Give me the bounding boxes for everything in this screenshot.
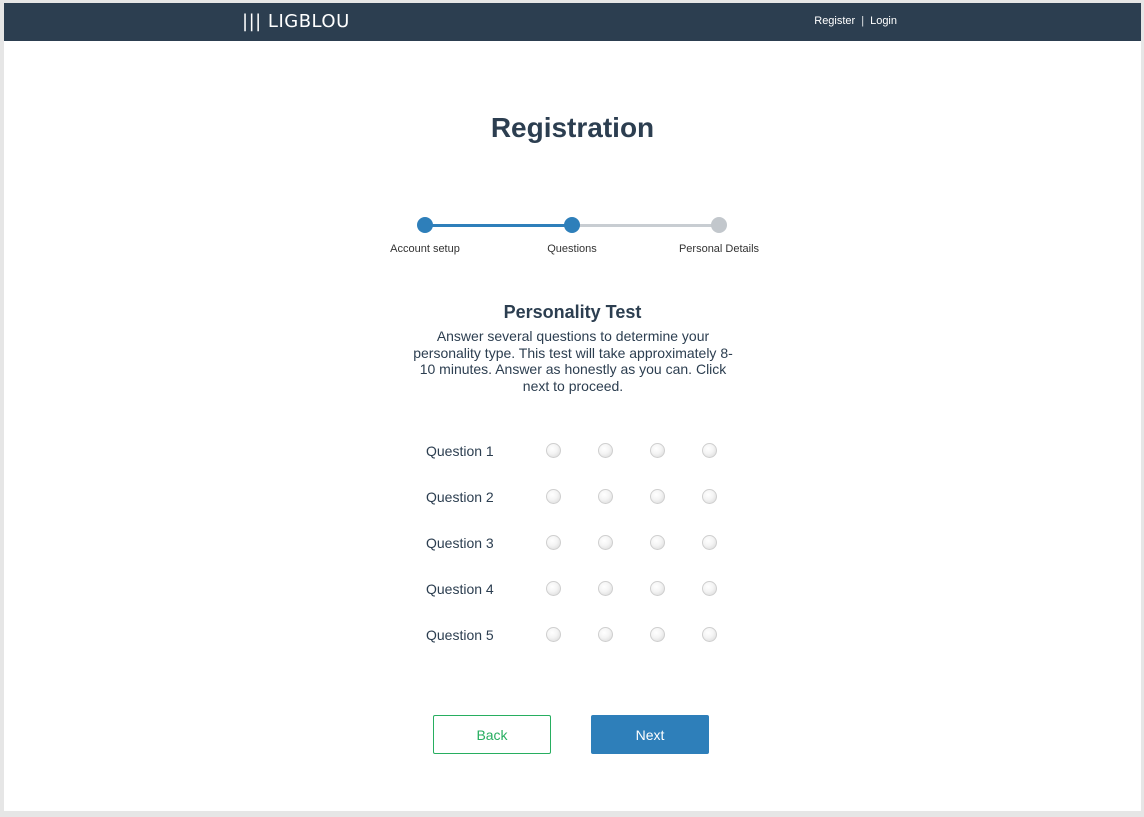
- question-label: Question 5: [426, 627, 494, 643]
- answer-radio[interactable]: [598, 535, 613, 550]
- question-label: Question 1: [426, 443, 494, 459]
- step-label-account-setup: Account setup: [390, 243, 460, 255]
- answer-radio[interactable]: [546, 443, 561, 458]
- section-title: Personality Test: [503, 302, 642, 322]
- question-row: Question 2: [426, 485, 546, 509]
- answer-radio[interactable]: [546, 489, 561, 504]
- question-label: Question 3: [426, 535, 494, 551]
- step-dot-questions: [564, 217, 580, 233]
- answer-radio[interactable]: [598, 581, 613, 596]
- question-row: Question 3: [426, 531, 546, 555]
- answer-radio[interactable]: [650, 489, 665, 504]
- answer-radio[interactable]: [598, 443, 613, 458]
- section-description: Answer several questions to determine yo…: [413, 328, 733, 394]
- stepper-track-remaining: [572, 224, 719, 227]
- answer-radio[interactable]: [598, 627, 613, 642]
- next-button[interactable]: Next: [591, 715, 709, 754]
- question-label: Question 4: [426, 581, 494, 597]
- question-row: Question 4: [426, 577, 546, 601]
- answer-radio[interactable]: [702, 489, 717, 504]
- step-label-questions: Questions: [547, 243, 597, 255]
- question-label: Question 2: [426, 489, 494, 505]
- answer-radio[interactable]: [702, 581, 717, 596]
- answer-radio[interactable]: [546, 535, 561, 550]
- stepper-track-completed: [425, 224, 572, 227]
- answer-radio[interactable]: [598, 489, 613, 504]
- step-label-personal-details: Personal Details: [678, 243, 760, 255]
- answer-radio[interactable]: [546, 627, 561, 642]
- answer-radio[interactable]: [650, 535, 665, 550]
- back-button[interactable]: Back: [433, 715, 551, 754]
- answer-radio[interactable]: [702, 627, 717, 642]
- question-row: Question 5: [426, 623, 546, 647]
- answer-radio[interactable]: [650, 581, 665, 596]
- progress-stepper: Account setup Questions Personal Details: [4, 3, 1141, 273]
- answer-radio[interactable]: [702, 443, 717, 458]
- answer-radio[interactable]: [546, 581, 561, 596]
- answer-radio[interactable]: [650, 443, 665, 458]
- answer-radio[interactable]: [702, 535, 717, 550]
- step-dot-personal-details: [711, 217, 727, 233]
- answer-radio[interactable]: [650, 627, 665, 642]
- step-dot-account-setup: [417, 217, 433, 233]
- question-row: Question 1: [426, 439, 546, 463]
- page-frame: ||| LIGBLOU Register | Login Registratio…: [4, 3, 1141, 811]
